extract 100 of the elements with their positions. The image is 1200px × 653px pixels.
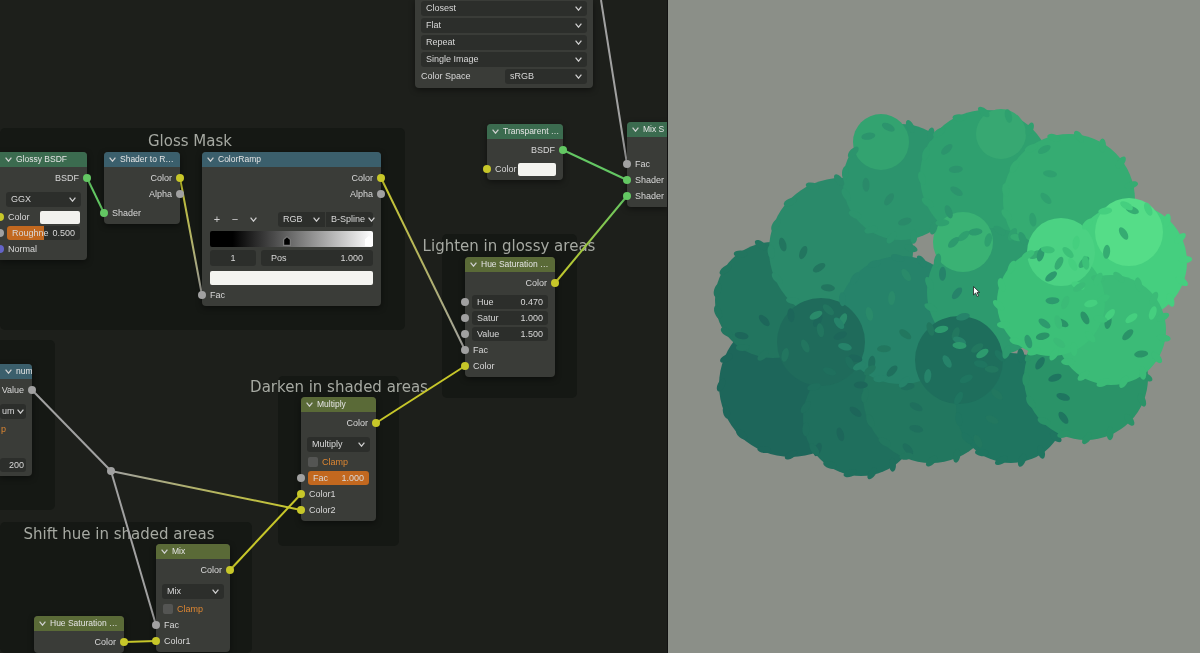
- socket-label: Color2: [309, 505, 336, 515]
- socket-icon[interactable]: [152, 637, 160, 645]
- value-field[interactable]: Hue 0.470: [472, 295, 548, 309]
- socket-label: Color: [473, 361, 495, 371]
- socket-icon[interactable]: [461, 314, 469, 322]
- socket-label: Shader: [635, 191, 665, 201]
- socket-icon[interactable]: [623, 176, 631, 184]
- checkbox-label: Clamp: [177, 604, 203, 614]
- dropdown[interactable]: GGX: [6, 191, 81, 207]
- dropdown[interactable]: Multiply: [307, 436, 370, 452]
- checkbox[interactable]: [163, 604, 173, 614]
- value-field[interactable]: Value 1.500: [472, 327, 548, 341]
- socket-label: Color: [150, 173, 172, 183]
- dropdown[interactable]: RGB: [278, 211, 325, 227]
- node-title: Hue Saturation …: [50, 619, 118, 628]
- dropdown[interactable]: B-Spline: [326, 211, 373, 227]
- socket-icon[interactable]: [461, 346, 469, 354]
- socket-label: BSDF: [55, 173, 79, 183]
- socket-label: Shader: [635, 175, 665, 185]
- socket-icon[interactable]: [120, 638, 128, 646]
- chevron-down-icon: [17, 408, 24, 414]
- chevron-down-icon: [39, 621, 46, 626]
- socket-label: Color: [351, 173, 373, 183]
- socket-label: Color: [495, 164, 517, 174]
- chevron-down-icon: [632, 127, 639, 132]
- chevron-down-icon: [470, 262, 477, 267]
- value-field[interactable]: 1: [210, 250, 256, 266]
- node-title: Multiply: [317, 400, 346, 409]
- socket-icon[interactable]: [0, 229, 4, 237]
- socket-label: Color1: [309, 489, 336, 499]
- color-swatch[interactable]: [210, 271, 373, 285]
- color-swatch[interactable]: [518, 162, 556, 176]
- chevron-down-icon: [161, 549, 168, 554]
- ramp-button[interactable]: +: [210, 211, 224, 227]
- socket-label: BSDF: [531, 145, 555, 155]
- chevron-down-icon: [5, 369, 12, 374]
- chevron-down-icon: [69, 196, 76, 202]
- socket-icon[interactable]: [551, 279, 559, 287]
- chevron-down-icon: [492, 129, 499, 134]
- dropdown[interactable]: Closest: [421, 1, 587, 16]
- socket-icon[interactable]: [461, 298, 469, 306]
- socket-icon[interactable]: [623, 160, 631, 168]
- value-field[interactable]: Satur 1.000: [472, 311, 548, 325]
- node-title: Mix: [172, 547, 186, 556]
- chevron-down-icon: [212, 588, 219, 594]
- socket-icon[interactable]: [226, 566, 234, 574]
- socket-icon[interactable]: [377, 174, 385, 182]
- socket-icon[interactable]: [623, 192, 631, 200]
- socket-icon[interactable]: [297, 474, 305, 482]
- dropdown[interactable]: sRGB: [505, 69, 587, 84]
- socket-label: Alpha: [349, 189, 373, 199]
- chevron-down-icon: [306, 402, 313, 407]
- chevron-down-icon: [575, 40, 582, 45]
- socket-label: Shader: [112, 208, 142, 218]
- chevron-down-icon: [5, 157, 12, 162]
- chevron-down-icon: [313, 216, 320, 222]
- socket-icon[interactable]: [83, 174, 91, 182]
- option-label: p: [1, 424, 6, 434]
- socket-icon[interactable]: [297, 490, 305, 498]
- socket-icon[interactable]: [559, 146, 567, 154]
- color-ramp-gradient[interactable]: [210, 230, 373, 247]
- socket-label: Color: [94, 637, 116, 647]
- socket-icon[interactable]: [0, 213, 4, 221]
- node-title: Glossy BSDF: [16, 155, 67, 164]
- value-field[interactable]: Pos 1.000: [261, 250, 373, 266]
- dropdown[interactable]: Single Image: [421, 52, 587, 67]
- frame-title: Darken in shaded areas: [250, 379, 428, 395]
- socket-icon[interactable]: [198, 291, 206, 299]
- chevron-down-icon: [368, 216, 376, 222]
- socket-icon[interactable]: [461, 330, 469, 338]
- dropdown[interactable]: Flat: [421, 18, 587, 33]
- socket-icon[interactable]: [28, 386, 36, 394]
- socket-label: Color: [346, 418, 368, 428]
- socket-icon[interactable]: [152, 621, 160, 629]
- dropdown[interactable]: um: [0, 403, 26, 419]
- socket-label: Normal: [8, 244, 37, 254]
- frame-title: Gloss Mask: [148, 133, 232, 149]
- socket-icon[interactable]: [100, 209, 108, 217]
- dropdown[interactable]: Mix: [162, 583, 224, 599]
- chevron-down-icon: [575, 74, 582, 79]
- socket-icon[interactable]: [377, 190, 385, 198]
- color-stop-icon[interactable]: [282, 235, 291, 246]
- socket-label: Color: [200, 565, 222, 575]
- value-field[interactable]: 200: [0, 458, 26, 472]
- socket-label: Fac: [635, 159, 650, 169]
- node-title: num: [16, 367, 32, 376]
- socket-icon[interactable]: [297, 506, 305, 514]
- chevron-down-icon: [575, 23, 582, 28]
- socket-icon[interactable]: [176, 174, 184, 182]
- socket-icon[interactable]: [176, 190, 184, 198]
- socket-label: Fac: [210, 290, 225, 300]
- color-swatch[interactable]: [40, 210, 80, 224]
- socket-icon[interactable]: [461, 362, 469, 370]
- cursor-icon: [973, 286, 980, 297]
- dropdown[interactable]: Repeat: [421, 35, 587, 50]
- checkbox[interactable]: [308, 457, 318, 467]
- socket-icon[interactable]: [483, 165, 491, 173]
- socket-icon[interactable]: [372, 419, 380, 427]
- ramp-button[interactable]: −: [228, 211, 242, 227]
- socket-label: Value: [1, 385, 24, 395]
